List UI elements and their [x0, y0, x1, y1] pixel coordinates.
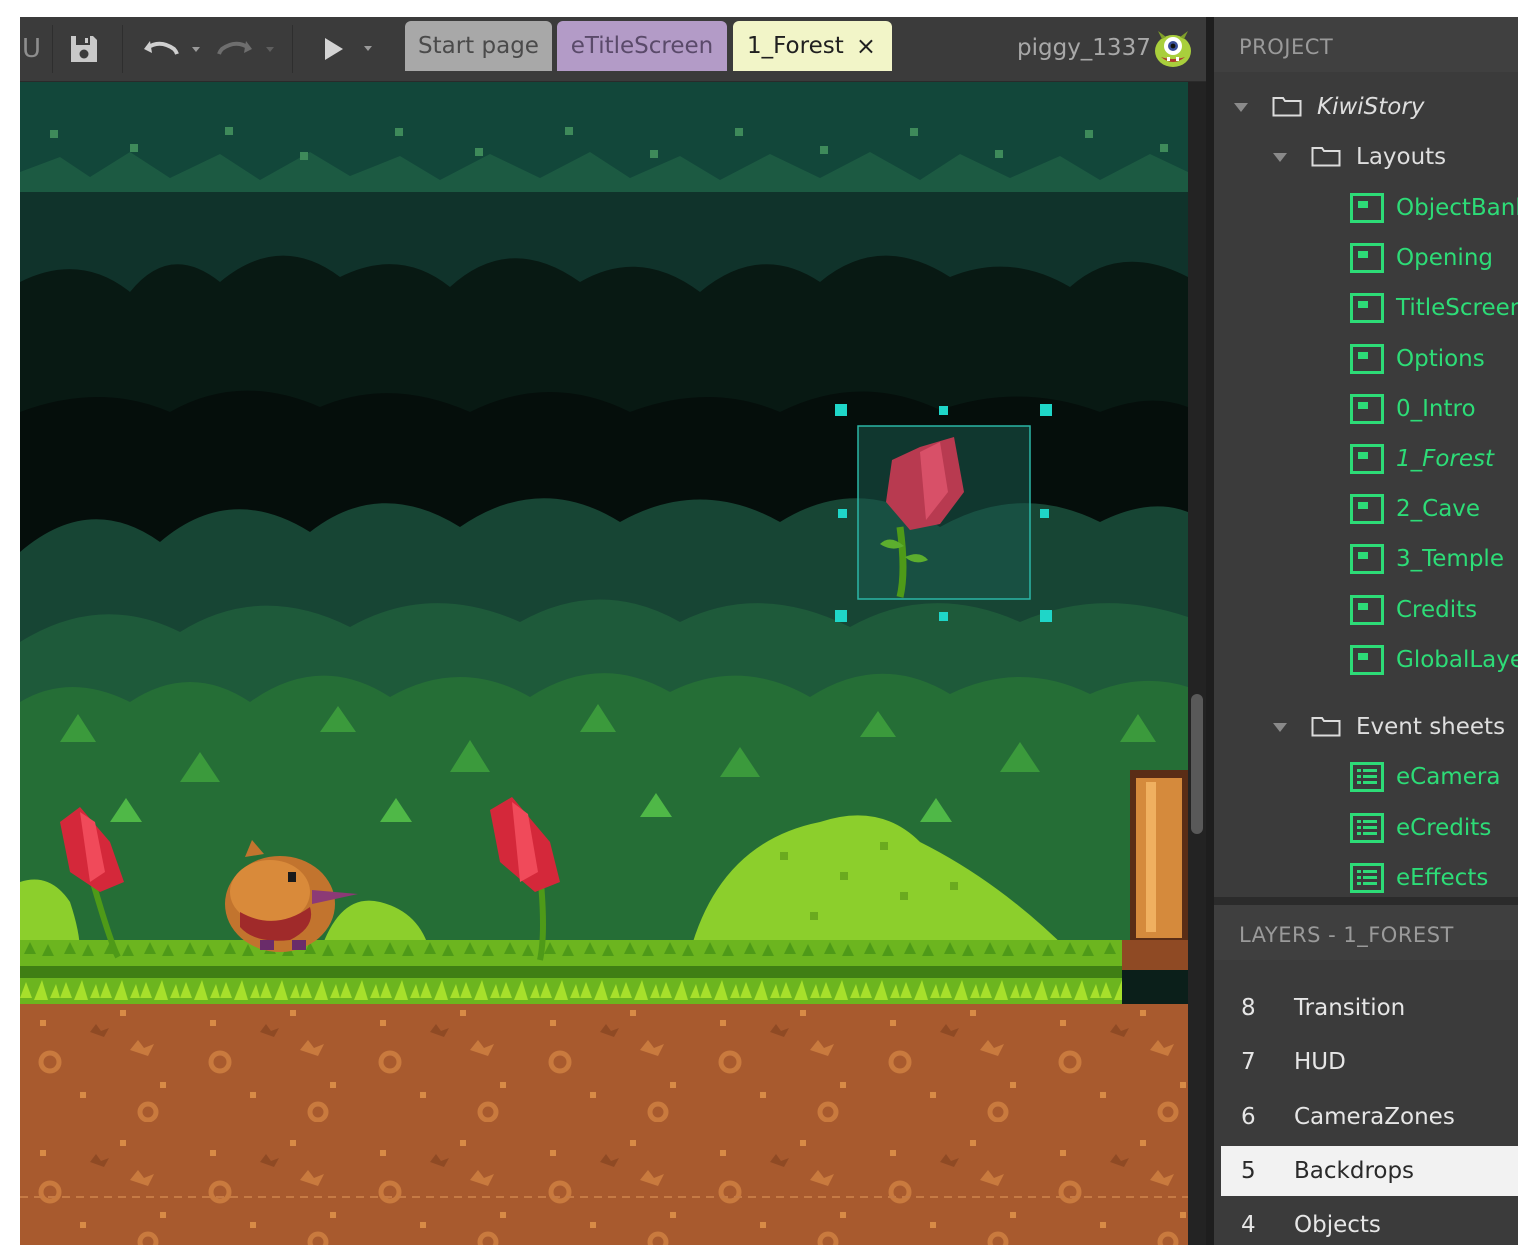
- layout-label: Opening: [1396, 245, 1493, 272]
- layout-label: Options: [1396, 345, 1485, 372]
- layout-icon: [1350, 293, 1384, 324]
- undo-icon[interactable]: [142, 35, 204, 63]
- layout-item[interactable]: 0_Intro: [1214, 389, 1518, 429]
- tab-etitlescreen[interactable]: eTitleScreen: [557, 21, 727, 71]
- project-panel: PROJECT KiwiStory Layouts ObjectBank Open…: [1214, 17, 1518, 897]
- layout-icon: [1350, 644, 1384, 675]
- layout-canvas[interactable]: [20, 82, 1188, 1245]
- layer-name: Backdrops: [1294, 1157, 1415, 1184]
- redo-icon[interactable]: [216, 35, 278, 63]
- forest-level-scene: [20, 82, 1188, 1245]
- toolbar-divider: [122, 25, 123, 73]
- folder-icon: [1272, 97, 1302, 117]
- expand-arrow-icon[interactable]: [1273, 153, 1287, 162]
- layer-number: 8: [1241, 995, 1256, 1021]
- layer-name: CameraZones: [1294, 1103, 1455, 1130]
- tree-label: KiwiStory: [1317, 94, 1425, 120]
- folder-icon: [1311, 717, 1341, 737]
- layout-item[interactable]: Options: [1214, 339, 1518, 379]
- layer-number: 5: [1241, 1157, 1256, 1184]
- layers-panel: LAYERS - 1_FOREST 8 Transition 7 HUD 6 Camera…: [1214, 905, 1518, 1245]
- tab-label: 1_Forest: [747, 33, 844, 59]
- main-toolbar: U Start page eTitleScreen 1_Forest × pig…: [20, 17, 1206, 82]
- editor-window: U Start page eTitleScreen 1_Forest × pig…: [20, 17, 1518, 1245]
- event-sheet-label: eCamera: [1396, 764, 1501, 790]
- layout-item[interactable]: 3_Temple: [1214, 539, 1518, 579]
- layout-label: ObjectBank: [1396, 195, 1518, 221]
- monster-avatar-icon[interactable]: [1152, 29, 1194, 69]
- tree-folder-layouts[interactable]: Layouts: [1214, 137, 1518, 177]
- layout-item[interactable]: Opening: [1214, 238, 1518, 278]
- layout-icon: [1350, 393, 1384, 424]
- layout-item[interactable]: ObjectBank: [1214, 188, 1518, 228]
- layout-label: Credits: [1396, 596, 1478, 623]
- layer-number: 6: [1241, 1103, 1256, 1130]
- tab-1-forest[interactable]: 1_Forest ×: [733, 21, 892, 71]
- tree-label: Event sheets: [1356, 714, 1506, 740]
- layer-row[interactable]: 5 Backdrops: [1221, 1145, 1518, 1196]
- layout-icon: [1350, 494, 1384, 525]
- layout-item[interactable]: TitleScreen: [1214, 288, 1518, 328]
- layer-number: 7: [1241, 1049, 1256, 1076]
- layers-panel-header: LAYERS - 1_FOREST: [1214, 905, 1518, 960]
- folder-icon: [1311, 147, 1341, 167]
- layout-icon: [1350, 544, 1384, 575]
- layer-row[interactable]: 8 Transition: [1214, 983, 1518, 1033]
- layer-name: Objects: [1294, 1212, 1381, 1239]
- tab-start-page[interactable]: Start page: [405, 21, 552, 71]
- expand-arrow-icon[interactable]: [1273, 723, 1287, 732]
- layout-label: 1_Forest: [1396, 446, 1495, 472]
- layout-item[interactable]: GlobalLayer: [1214, 640, 1518, 680]
- user-name[interactable]: piggy_1337: [1017, 35, 1151, 61]
- tree-label: Layouts: [1356, 144, 1447, 170]
- layout-item[interactable]: 2_Cave: [1214, 489, 1518, 529]
- canvas-vertical-scrollbar[interactable]: [1188, 82, 1206, 1245]
- event-sheet-label: eEffects: [1396, 865, 1489, 891]
- layout-icon: [1350, 594, 1384, 625]
- layout-item[interactable]: 1_Forest: [1214, 439, 1518, 479]
- layout-item[interactable]: Credits: [1214, 590, 1518, 630]
- layer-row[interactable]: 7 HUD: [1214, 1037, 1518, 1087]
- close-tab-icon[interactable]: ×: [856, 21, 876, 71]
- toolbar-divider: [292, 25, 293, 73]
- layout-label: GlobalLayer: [1396, 646, 1518, 673]
- selected-flower-sprite: [857, 425, 1031, 600]
- project-panel-header: PROJECT: [1214, 17, 1518, 72]
- toolbar-divider: [52, 25, 53, 73]
- layer-name: Transition: [1294, 995, 1406, 1021]
- event-sheet-icon: [1350, 863, 1384, 893]
- layout-label: 3_Temple: [1396, 546, 1504, 573]
- event-sheet-item[interactable]: eCredits: [1214, 808, 1518, 848]
- event-sheet-item[interactable]: eCamera: [1214, 757, 1518, 797]
- play-icon[interactable]: [320, 35, 380, 63]
- layout-label: 2_Cave: [1396, 496, 1481, 523]
- layout-label: TitleScreen: [1396, 295, 1518, 322]
- layer-number: 4: [1241, 1212, 1256, 1239]
- save-icon[interactable]: [68, 33, 100, 65]
- scrollbar-thumb[interactable]: [1191, 694, 1203, 834]
- tree-root-kiwistory[interactable]: KiwiStory: [1214, 87, 1518, 127]
- layer-name: HUD: [1294, 1049, 1346, 1076]
- layer-row[interactable]: 4 Objects: [1214, 1200, 1518, 1245]
- event-sheet-label: eCredits: [1396, 814, 1492, 841]
- layout-icon: [1350, 193, 1384, 223]
- layer-row[interactable]: 6 CameraZones: [1214, 1092, 1518, 1142]
- panel-divider[interactable]: [1206, 17, 1214, 1245]
- event-sheet-icon: [1350, 812, 1384, 843]
- layout-icon: [1350, 343, 1384, 374]
- event-sheet-icon: [1350, 762, 1384, 792]
- menu-label-fragment[interactable]: U: [22, 34, 41, 64]
- layout-label: 0_Intro: [1396, 395, 1476, 422]
- layout-icon: [1350, 243, 1384, 274]
- event-sheet-item[interactable]: eEffects: [1214, 858, 1518, 897]
- expand-arrow-icon[interactable]: [1234, 103, 1248, 112]
- tree-folder-event-sheets[interactable]: Event sheets: [1214, 707, 1518, 747]
- layout-icon: [1350, 444, 1384, 474]
